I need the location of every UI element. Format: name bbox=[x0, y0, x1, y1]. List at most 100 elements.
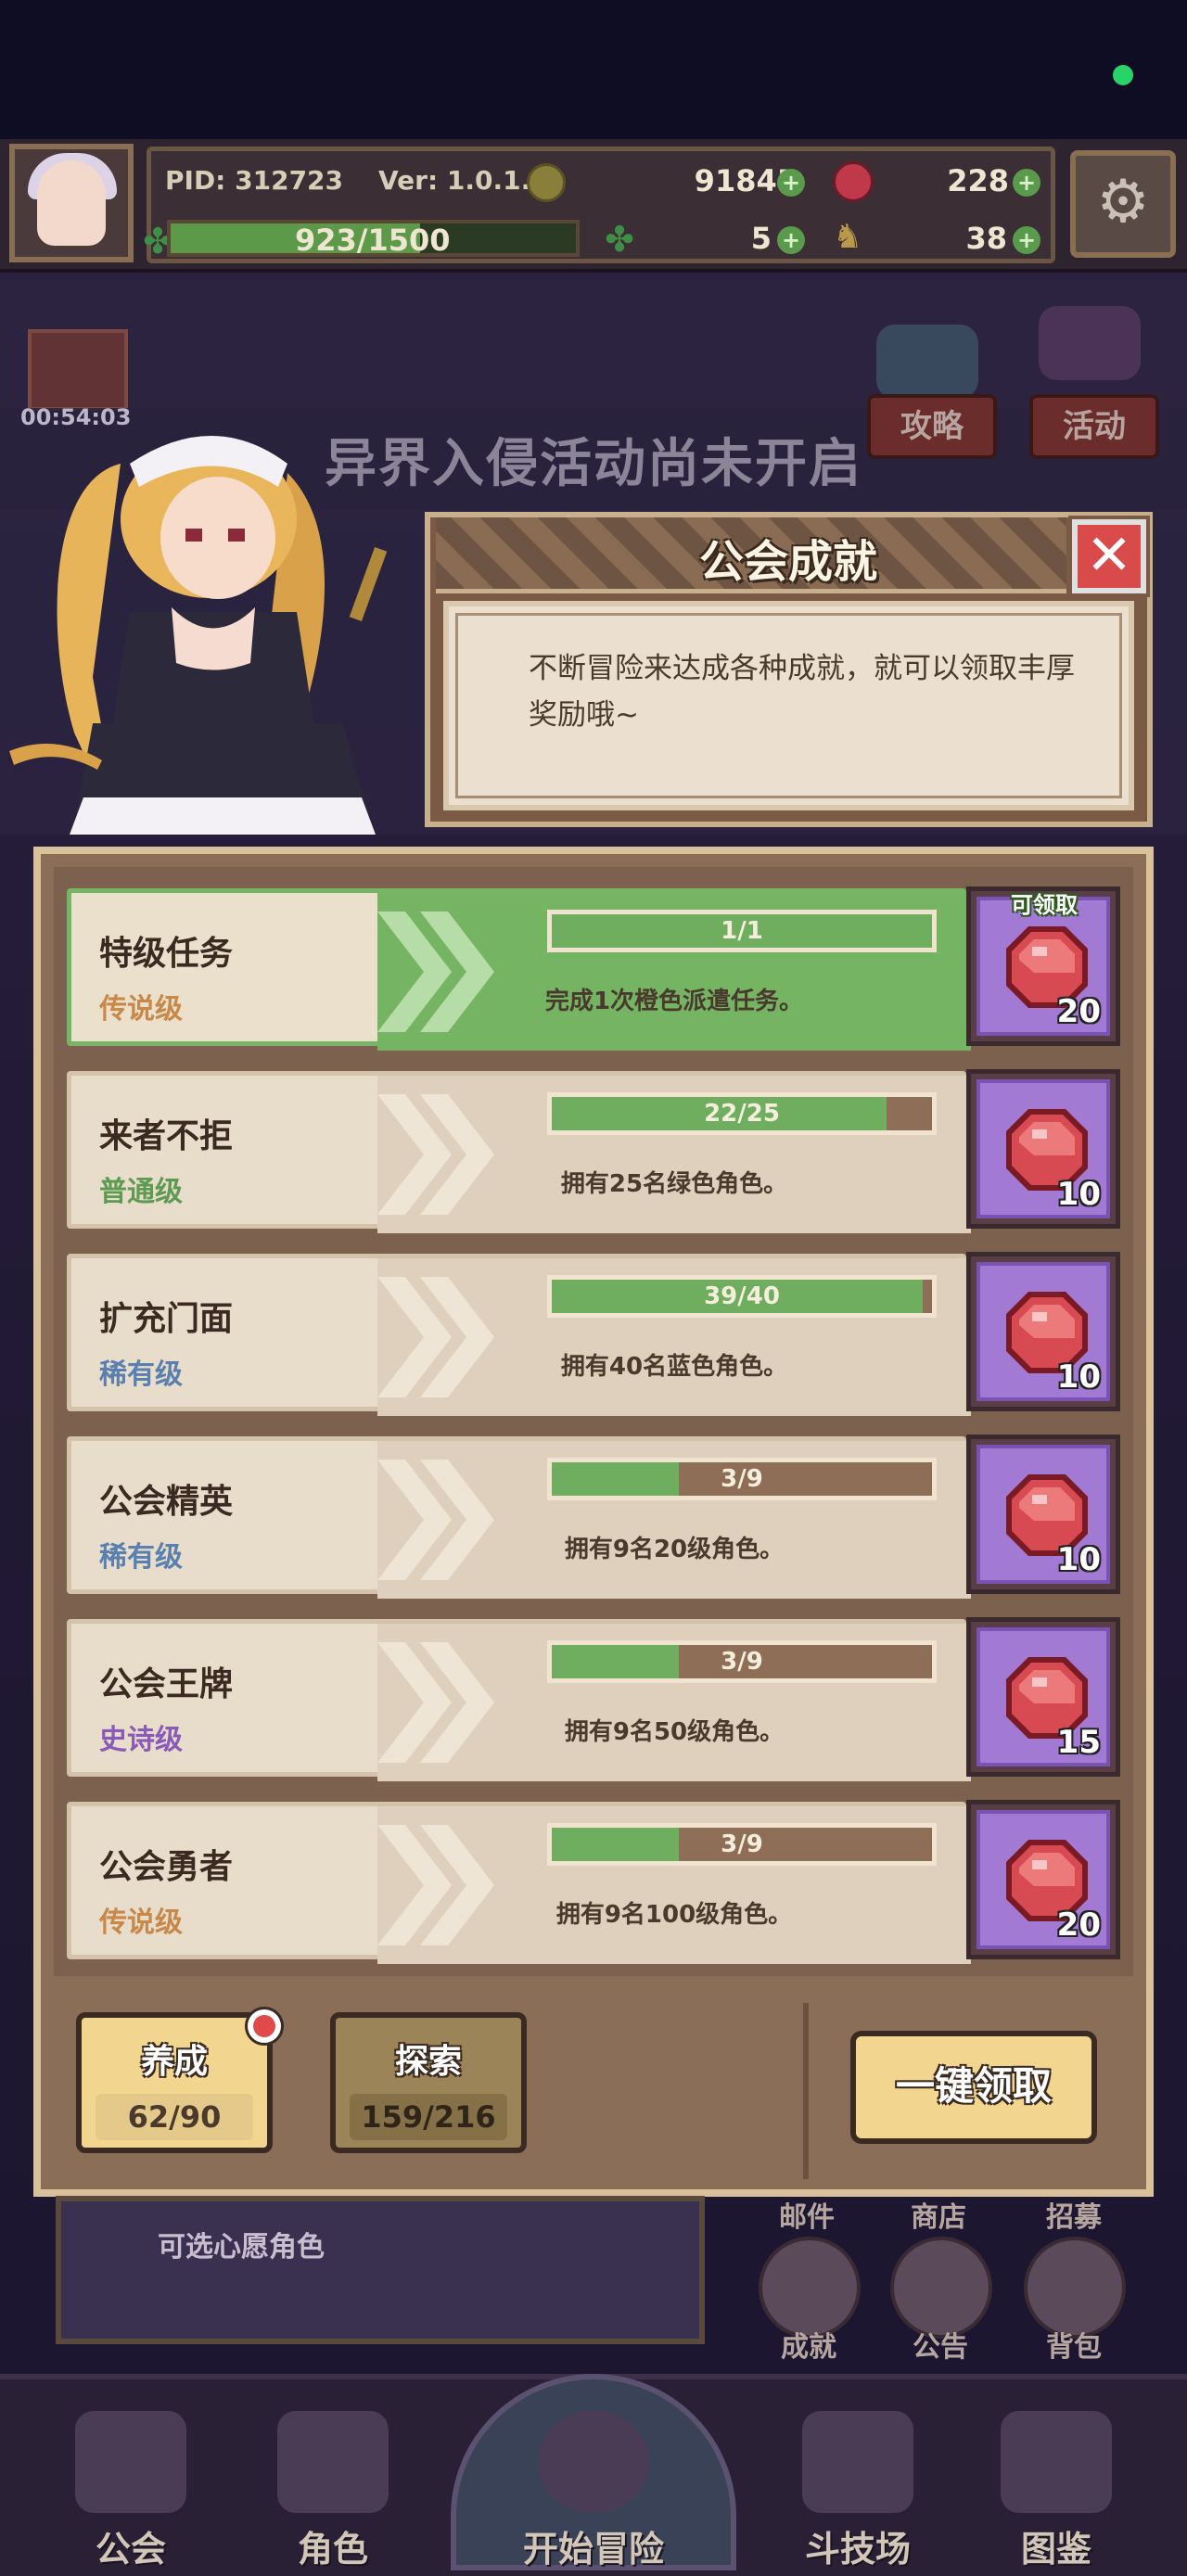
player-avatar[interactable] bbox=[9, 144, 134, 262]
key-icon: ♞ bbox=[833, 218, 863, 256]
tab-explore-label: 探索 bbox=[394, 2043, 462, 2081]
achievement-progress-bar: 39/40 bbox=[547, 1275, 937, 1318]
reward-slot[interactable]: 10 bbox=[966, 1252, 1120, 1411]
avatar-face bbox=[37, 160, 106, 246]
achievement-progress-text: 3/9 bbox=[721, 1465, 763, 1493]
dialog-title: 公会成就 bbox=[698, 536, 877, 588]
reward-slot[interactable]: 15 bbox=[966, 1617, 1120, 1777]
achievement-rank: 稀有级 bbox=[99, 1358, 183, 1391]
achievement-row[interactable]: 公会精英 稀有级 3/9 拥有9名20级角色。 10 bbox=[67, 1435, 1120, 1599]
magnifier-icon bbox=[538, 2411, 649, 2513]
notification-dot bbox=[253, 2015, 275, 2037]
guide-icon bbox=[876, 325, 978, 399]
achievement-row[interactable]: 公会勇者 传说级 3/9 拥有9名100级角色。 20 bbox=[67, 1800, 1120, 1964]
wish-character-banner[interactable] bbox=[56, 2196, 705, 2344]
nav-start-adventure-label: 开始冒险 bbox=[522, 2529, 664, 2570]
gold-coin-icon bbox=[527, 163, 566, 202]
achievement-description: 拥有25名绿色角色。 bbox=[560, 1170, 788, 1198]
add-gem-button[interactable]: + bbox=[1013, 169, 1040, 197]
achievement-progress-bar: 3/9 bbox=[547, 1458, 937, 1500]
settings-gear-icon[interactable]: ⚙ bbox=[1070, 150, 1176, 258]
achievement-progress-text: 3/9 bbox=[721, 1830, 763, 1858]
key-amount: 38 bbox=[965, 221, 1007, 256]
tab-cultivation[interactable]: 养成 62/90 bbox=[76, 2007, 284, 2153]
achievement-card: 扩充门面稀有级 39/40 拥有40名蓝色角色。 bbox=[67, 1254, 971, 1416]
achievement-rank: 史诗级 bbox=[99, 1724, 183, 1756]
add-key-button[interactable]: + bbox=[1013, 226, 1040, 254]
bag-label: 背包 bbox=[1046, 2331, 1102, 2364]
achievement-description: 拥有40名蓝色角色。 bbox=[560, 1353, 788, 1381]
reward-slot-inner: 10 bbox=[976, 1079, 1110, 1218]
achievement-progress-text: 3/9 bbox=[721, 1648, 763, 1676]
reward-slot-inner: 10 bbox=[976, 1445, 1110, 1584]
achievement-rank: 普通级 bbox=[99, 1176, 183, 1208]
achievement-card: 特级任务 传说级 1/1 完成1次橙色派遣任务。 bbox=[67, 888, 971, 1051]
game-version: Ver: 1.0.1.0 bbox=[378, 165, 549, 196]
recruit-label[interactable]: 招募 bbox=[1046, 2194, 1102, 2235]
experience-text: 923/1500 bbox=[295, 223, 451, 258]
achievement-rank: 传说级 bbox=[99, 993, 183, 1026]
guild-house-icon bbox=[75, 2411, 186, 2513]
reward-quantity: 20 bbox=[1056, 1906, 1101, 1944]
achievement-name: 公会王牌 bbox=[99, 1665, 234, 1703]
achievement-name: 来者不拒 bbox=[99, 1117, 234, 1155]
codex-book-icon bbox=[1001, 2411, 1112, 2513]
shop-label[interactable]: 商店 bbox=[911, 2194, 966, 2235]
achievement-name: 公会勇者 bbox=[99, 1848, 234, 1886]
nav-codex[interactable]: 图鉴 bbox=[968, 2411, 1144, 2570]
achievement-row[interactable]: 特级任务 传说级 1/1 完成1次橙色派遣任务。 20 可领取 bbox=[67, 886, 1120, 1051]
achievement-row[interactable]: 来者不拒普通级 22/25 拥有25名绿色角色。 10 bbox=[67, 1069, 1120, 1233]
status-bar bbox=[0, 0, 1187, 139]
achievement-row[interactable]: 扩充门面稀有级 39/40 拥有40名蓝色角色。 10 bbox=[67, 1252, 1120, 1416]
reward-slot[interactable]: 10 bbox=[966, 1069, 1120, 1229]
achievement-progress-bar: 22/25 bbox=[547, 1092, 937, 1135]
nav-characters-label: 角色 bbox=[297, 2529, 368, 2570]
achievement-label: 成就 bbox=[781, 2331, 836, 2364]
claimable-label: 可领取 bbox=[1011, 892, 1078, 918]
mail-label[interactable]: 邮件 bbox=[779, 2194, 835, 2235]
reward-quantity: 10 bbox=[1056, 1176, 1101, 1213]
tab-cultivation-count: 62/90 bbox=[96, 2094, 253, 2140]
notice-label: 公告 bbox=[913, 2331, 968, 2364]
nav-guild-label: 公会 bbox=[95, 2529, 166, 2570]
achievement-card: 公会勇者 传说级 3/9 拥有9名100级角色。 bbox=[67, 1802, 971, 1964]
guide-button[interactable]: 攻略 bbox=[867, 394, 997, 459]
achievement-progress-text: 39/40 bbox=[704, 1282, 780, 1310]
nav-arena-label: 斗技场 bbox=[804, 2529, 911, 2570]
reward-slot-inner: 10 bbox=[976, 1262, 1110, 1401]
close-button[interactable]: ✕ bbox=[1068, 516, 1150, 597]
achievement-description: 拥有9名50级角色。 bbox=[564, 1718, 785, 1746]
reward-quantity: 20 bbox=[1056, 993, 1101, 1030]
add-gold-button[interactable]: + bbox=[777, 169, 805, 197]
gem-amount: 228 bbox=[947, 163, 1009, 198]
close-icon: ✕ bbox=[1078, 525, 1141, 588]
nav-start-adventure[interactable]: 开始冒险 bbox=[505, 2411, 682, 2570]
camera-indicator-icon bbox=[1113, 65, 1133, 85]
nav-codex-label: 图鉴 bbox=[1020, 2529, 1091, 2570]
achievement-description: 拥有9名100级角色。 bbox=[555, 1901, 793, 1929]
add-clover-button[interactable]: + bbox=[777, 226, 805, 254]
achievement-progress-bar: 3/9 bbox=[547, 1640, 937, 1683]
clover-amount: 5 bbox=[750, 221, 772, 256]
nav-guild[interactable]: 公会 bbox=[43, 2411, 219, 2570]
clover-icon: ✤ bbox=[605, 219, 634, 260]
reward-quantity: 10 bbox=[1056, 1541, 1101, 1578]
reward-slot[interactable]: 10 bbox=[966, 1435, 1120, 1594]
notification-badge bbox=[245, 2007, 284, 2046]
achievement-progress-text: 22/25 bbox=[704, 1100, 780, 1128]
achievement-row[interactable]: 公会王牌史诗级 3/9 拥有9名50级角色。 15 bbox=[67, 1617, 1120, 1781]
nav-characters[interactable]: 角色 bbox=[245, 2411, 421, 2570]
achievement-card: 公会王牌史诗级 3/9 拥有9名50级角色。 bbox=[67, 1619, 971, 1781]
crossed-swords-icon bbox=[802, 2411, 913, 2513]
claim-all-button[interactable]: 一键领取 bbox=[850, 2031, 1097, 2144]
footer-divider bbox=[803, 2003, 809, 2179]
achievement-name: 扩充门面 bbox=[99, 1300, 234, 1338]
balloon-icon bbox=[1039, 306, 1141, 380]
activity-button[interactable]: 活动 bbox=[1029, 394, 1159, 459]
tab-explore[interactable]: 探索 159/216 bbox=[330, 2012, 527, 2153]
nav-arena[interactable]: 斗技场 bbox=[770, 2411, 946, 2570]
achievement-progress-bar: 1/1 bbox=[547, 910, 937, 952]
reward-slot[interactable]: 20 bbox=[966, 1800, 1120, 1959]
achievement-description: 完成1次橙色派遣任务。 bbox=[544, 988, 804, 1015]
achievement-progress-bar: 3/9 bbox=[547, 1823, 937, 1866]
